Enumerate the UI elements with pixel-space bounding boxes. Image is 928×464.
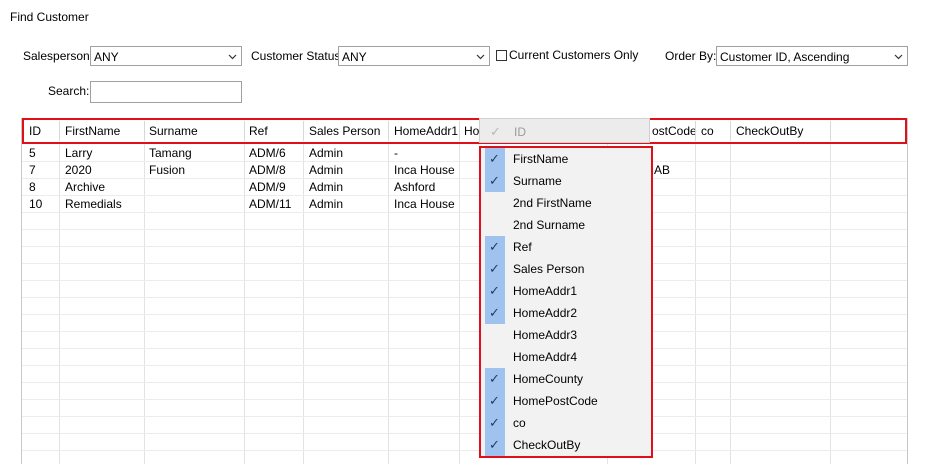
cell-id: 5 [29,146,36,160]
cell-ref: ADM/8 [249,163,286,177]
check-icon: ✓ [489,415,500,430]
cell-ref: ADM/11 [249,197,292,211]
menu-item-ref[interactable]: ✓ Ref [481,236,651,258]
cell-sales-person: Admin [309,163,344,177]
menu-item-label: co [513,416,526,430]
menu-item-2nd-surname[interactable]: 2nd Surname [481,214,651,236]
column-chooser-list: ✓ FirstName ✓ Surname 2nd FirstName 2nd … [479,146,653,458]
window-title: Find Customer [10,10,89,24]
salesperson-value: ANY [94,50,119,64]
cell-sales-person: Admin [309,146,344,160]
customer-grid[interactable]: ID FirstName Surname Ref Sales Person Ho… [21,118,908,464]
menu-item-label: HomeAddr3 [513,328,578,342]
cell-homeaddr1: - [394,146,398,160]
customer-status-label: Customer Status: [251,49,344,63]
menu-item-sales-person[interactable]: ✓ Sales Person [481,258,651,280]
check-band [485,324,505,346]
check-band [485,214,505,236]
menu-item-homecounty[interactable]: ✓ HomeCounty [481,368,651,390]
check-icon: ✓ [489,261,500,276]
cell-postcode: AB [654,163,671,177]
cell-sales-person: Admin [309,197,344,211]
cell-ref: ADM/6 [249,146,286,160]
menu-item-homeaddr2[interactable]: ✓ HomeAddr2 [481,302,651,324]
salesperson-label: Salesperson: [23,49,94,63]
chevron-down-icon [894,54,903,60]
menu-item-label: HomeAddr1 [513,284,578,298]
check-icon: ✓ [489,173,500,188]
menu-item-homeaddr4[interactable]: HomeAddr4 [481,346,651,368]
order-by-value: Customer ID, Ascending [720,50,850,64]
search-input[interactable] [90,81,242,103]
menu-item-label: FirstName [513,152,569,166]
menu-item-label: Sales Person [513,262,585,276]
menu-item-label: HomeAddr2 [513,306,578,320]
menu-item-surname[interactable]: ✓ Surname [481,170,651,192]
menu-item-label: Surname [513,174,562,188]
cell-homeaddr1: Inca House [394,197,455,211]
order-by-label: Order By: [665,49,717,63]
menu-item-label: Ref [513,240,532,254]
check-icon: ✓ [489,283,500,298]
column-chooser-menu: ✓ ID ✓ FirstName ✓ Surname 2nd FirstName… [479,118,653,458]
cell-ref: ADM/9 [249,180,286,194]
menu-item-label: HomeAddr4 [513,350,578,364]
cell-id: 8 [29,180,36,194]
menu-item-label: 2nd FirstName [513,196,592,210]
current-customers-checkbox[interactable] [496,50,507,61]
order-by-combo[interactable]: Customer ID, Ascending [716,46,908,66]
header-highlight-box [22,118,907,144]
check-icon: ✓ [490,124,501,139]
cell-surname: Fusion [149,163,186,177]
menu-item-label: ID [514,125,526,139]
menu-item-firstname[interactable]: ✓ FirstName [481,148,651,170]
chevron-down-icon [476,54,485,60]
salesperson-combo[interactable]: ANY [90,46,242,66]
check-icon: ✓ [489,239,500,254]
cell-id: 7 [29,163,36,177]
check-icon: ✓ [489,393,500,408]
menu-item-label: CheckOutBy [513,438,581,452]
cell-firstname: Larry [65,146,93,160]
menu-item-checkoutby[interactable]: ✓ CheckOutBy [481,434,651,456]
chevron-down-icon [228,54,237,60]
customer-status-value: ANY [342,50,367,64]
menu-item-homeaddr1[interactable]: ✓ HomeAddr1 [481,280,651,302]
cell-firstname: Remedials [65,197,122,211]
cell-firstname: Archive [65,180,106,194]
cell-homeaddr1: Ashford [394,180,436,194]
cell-sales-person: Admin [309,180,344,194]
check-icon: ✓ [489,371,500,386]
cell-homeaddr1: Inca House [394,163,455,177]
menu-item-co[interactable]: ✓ co [481,412,651,434]
current-customers-label: Current Customers Only [509,48,639,62]
menu-item-2nd-firstname[interactable]: 2nd FirstName [481,192,651,214]
cell-surname: Tamang [149,146,192,160]
check-band [485,192,505,214]
check-icon: ✓ [489,305,500,320]
menu-item-label: HomePostCode [513,394,598,408]
cell-firstname: 2020 [65,163,92,177]
check-icon: ✓ [489,437,500,452]
customer-status-combo[interactable]: ANY [338,46,490,66]
check-band [485,346,505,368]
menu-item-homepostcode[interactable]: ✓ HomePostCode [481,390,651,412]
check-icon: ✓ [489,151,500,166]
menu-item-label: HomeCounty [513,372,584,386]
cell-id: 10 [29,197,43,211]
menu-item-homeaddr3[interactable]: HomeAddr3 [481,324,651,346]
menu-item-id-disabled: ✓ ID [479,118,650,143]
menu-item-label: 2nd Surname [513,218,586,232]
search-label: Search: [48,84,90,98]
